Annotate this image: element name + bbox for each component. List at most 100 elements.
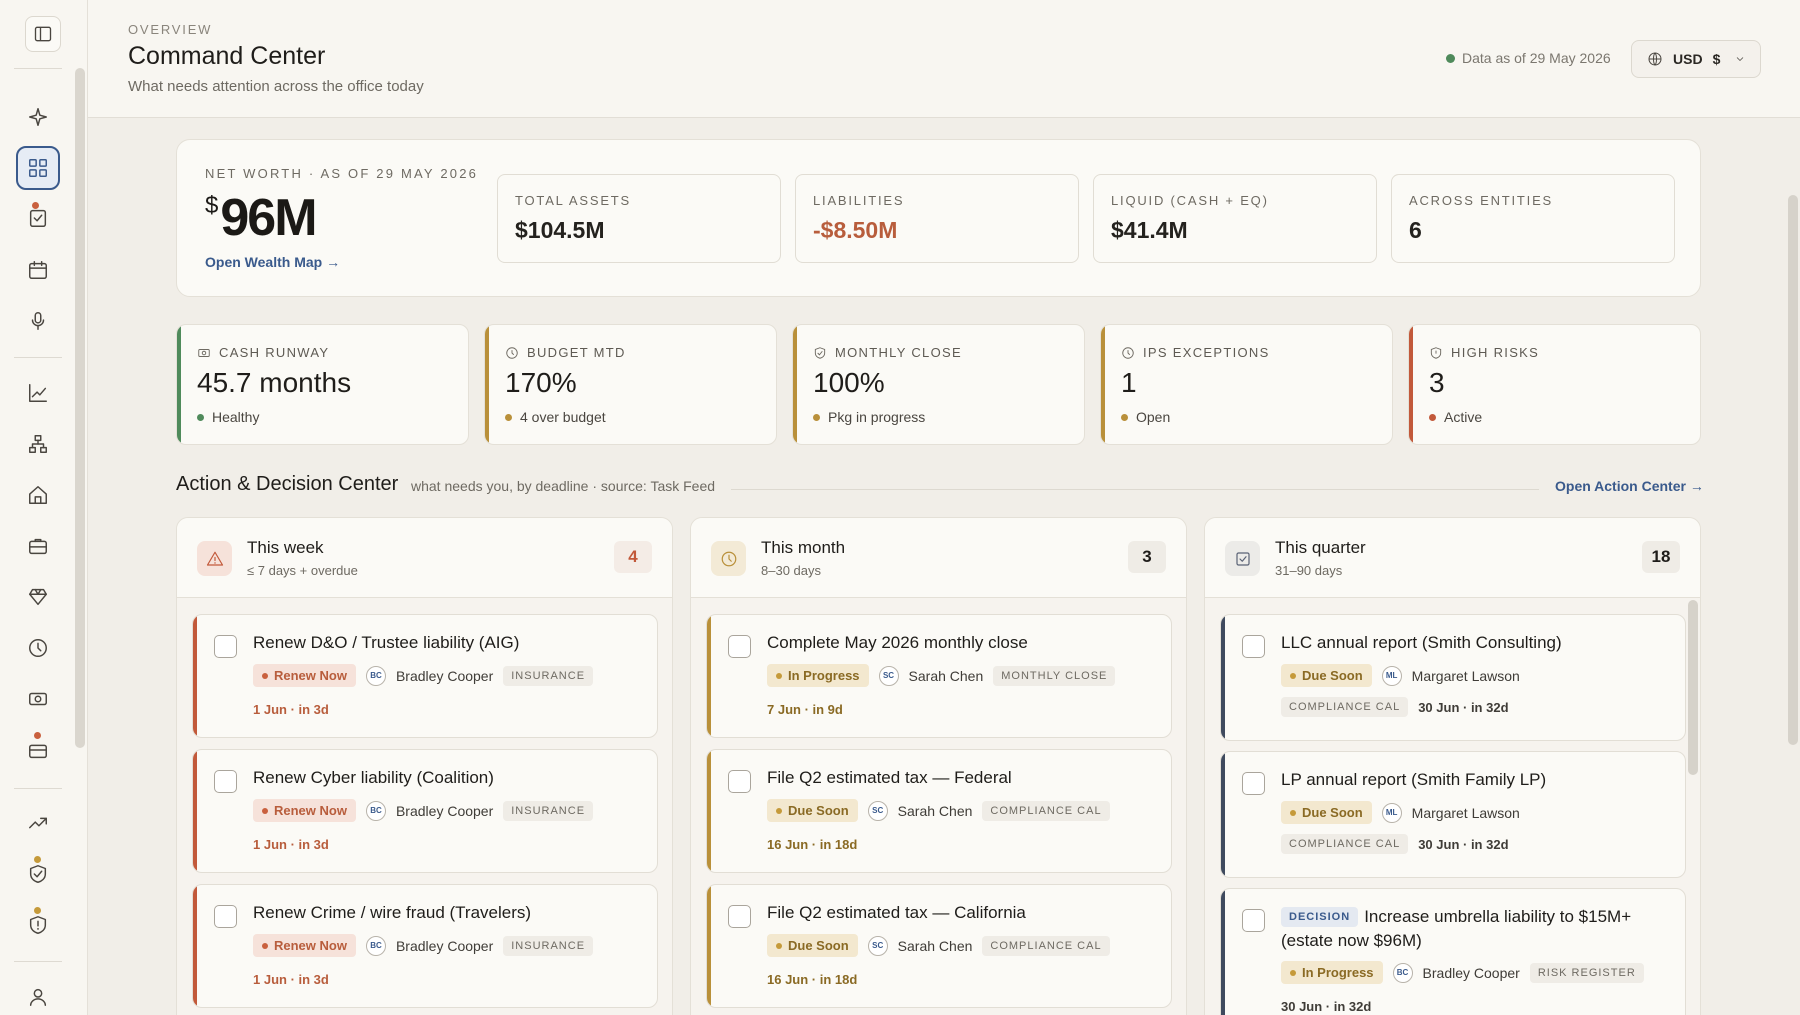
notification-dot	[34, 907, 41, 914]
sidebar-item-cash[interactable]	[16, 677, 60, 721]
sidebar-item-growth[interactable]	[16, 801, 60, 845]
sidebar-item-portfolio[interactable]	[16, 524, 60, 568]
status-text: Due Soon	[1302, 805, 1363, 820]
stat-value: $104.5M	[515, 217, 605, 243]
task-card[interactable]: Renew Cyber liability (Coalition) Renew …	[192, 749, 658, 873]
kpi-label-text: HIGH RISKS	[1451, 345, 1540, 360]
category-tag: MONTHLY CLOSE	[993, 665, 1116, 686]
sidebar-item-risks[interactable]	[16, 903, 60, 947]
status-text: Due Soon	[1302, 668, 1363, 683]
sidebar-divider	[14, 961, 62, 962]
task-meta-secondary: COMPLIANCE CAL 30 Jun · in 32d	[1281, 834, 1509, 854]
task-card[interactable]: File Q2 estimated tax — California Due S…	[706, 884, 1172, 1008]
stat-label: LIABILITIES	[813, 193, 905, 208]
task-checkbox[interactable]	[1242, 772, 1265, 795]
kpi-note-text: Pkg in progress	[828, 409, 926, 425]
task-checkbox[interactable]	[214, 905, 237, 928]
kpi-note-text: Healthy	[212, 409, 260, 425]
sidebar-item-properties[interactable]	[16, 473, 60, 517]
kpi-note-text: Open	[1136, 409, 1171, 425]
open-action-center-link[interactable]: Open Action Center →	[1555, 478, 1704, 494]
action-center-title: Action & Decision Center	[176, 473, 399, 495]
card-icon	[29, 744, 47, 759]
task-checkbox[interactable]	[728, 770, 751, 793]
sidebar-scrollbar[interactable]	[75, 68, 85, 748]
sidebar-item-performance[interactable]	[16, 371, 60, 415]
status-dot	[197, 413, 204, 421]
task-card[interactable]: Complete May 2026 monthly close In Progr…	[706, 614, 1172, 738]
currency-select[interactable]: USD $	[1631, 40, 1761, 78]
column-this-week: This week ≤ 7 days + overdue 4 Renew D&O…	[176, 517, 673, 1015]
sidebar-item-accounts[interactable]	[16, 728, 60, 772]
column-header: This quarter 31–90 days 18	[1205, 518, 1700, 598]
kpi-cash-runway[interactable]: CASH RUNWAY 45.7 months Healthy	[176, 324, 469, 445]
open-wealth-map-link[interactable]: Open Wealth Map →	[205, 254, 340, 270]
diamond-icon	[29, 588, 47, 606]
kpi-label-text: MONTHLY CLOSE	[835, 345, 962, 360]
task-check-icon	[1235, 551, 1250, 566]
due-date: 30 Jun · in 32d	[1418, 836, 1509, 852]
kpi-note: Active	[1429, 409, 1482, 425]
avatar: BC	[365, 800, 386, 821]
task-card[interactable]: LLC annual report (Smith Consulting) Due…	[1220, 614, 1686, 741]
sidebar-item-compliance[interactable]	[16, 852, 60, 896]
action-center-subtitle: what needs you, by deadline · source: Ta…	[411, 478, 716, 494]
sidebar-item-collectibles[interactable]	[16, 575, 60, 619]
net-worth-value: $ 96M	[205, 188, 318, 248]
assignee-name: Sarah Chen	[897, 937, 973, 954]
due-date: 30 Jun · in 32d	[1281, 999, 1372, 1014]
cash-icon	[29, 692, 47, 706]
task-card[interactable]: File Q2 estimated tax — Federal Due Soon…	[706, 749, 1172, 873]
warning-icon	[206, 551, 223, 566]
task-checkbox[interactable]	[1242, 909, 1265, 932]
assignee-name: Sarah Chen	[908, 667, 984, 684]
sidebar-item-command-center[interactable]	[16, 146, 60, 190]
task-checkbox[interactable]	[1242, 635, 1265, 658]
shield-alert-icon	[1430, 346, 1442, 359]
main-scrollbar[interactable]	[1788, 195, 1798, 745]
sidebar-item-ai[interactable]	[16, 95, 60, 139]
task-accent-bar	[193, 750, 197, 872]
column-range: ≤ 7 days + overdue	[247, 563, 358, 578]
task-checkbox[interactable]	[728, 635, 751, 658]
task-checkbox[interactable]	[728, 905, 751, 928]
column-scrollbar[interactable]	[1688, 600, 1698, 775]
sidebar-item-history[interactable]	[16, 626, 60, 670]
task-check-icon	[29, 209, 47, 227]
sidebar-item-profile[interactable]	[16, 975, 60, 1015]
task-card[interactable]: DECISION Increase umbrella liability to $…	[1220, 888, 1686, 1015]
kpi-high-risks[interactable]: HIGH RISKS 3 Active	[1408, 324, 1701, 445]
task-checkbox[interactable]	[214, 635, 237, 658]
task-accent-bar	[193, 885, 197, 1007]
kpi-monthly-close[interactable]: MONTHLY CLOSE 100% Pkg in progress	[792, 324, 1085, 445]
currency-code: USD	[1673, 51, 1703, 67]
kpi-label: BUDGET MTD	[505, 345, 626, 360]
status-badge: Due Soon	[767, 799, 858, 822]
due-date: 1 Jun · in 3d	[253, 972, 329, 987]
status-dot	[813, 413, 820, 421]
globe-icon	[1648, 52, 1662, 66]
task-card[interactable]: LP annual report (Smith Family LP) Due S…	[1220, 751, 1686, 878]
status-badge: Due Soon	[767, 934, 858, 957]
avatar: SC	[867, 935, 888, 956]
sidebar-item-voice[interactable]	[16, 299, 60, 343]
assignee-name: Margaret Lawson	[1411, 667, 1520, 684]
column-icon	[711, 541, 746, 576]
net-worth-label: NET WORTH · AS OF 29 MAY 2026	[205, 166, 479, 181]
user-icon	[29, 988, 47, 1006]
status-badge: Renew Now	[253, 664, 356, 687]
kpi-budget-mtd[interactable]: BUDGET MTD 170% 4 over budget	[484, 324, 777, 445]
due-date: 30 Jun · in 32d	[1418, 699, 1509, 715]
sidebar-item-entities[interactable]	[16, 422, 60, 466]
kpi-note: 4 over budget	[505, 409, 606, 425]
sidebar-toggle-button[interactable]	[25, 16, 61, 52]
kpi-ips-exceptions[interactable]: IPS EXCEPTIONS 1 Open	[1100, 324, 1393, 445]
task-card[interactable]: Renew D&O / Trustee liability (AIG) Rene…	[192, 614, 658, 738]
kpi-label-text: CASH RUNWAY	[219, 345, 330, 360]
stat-label: LIQUID (CASH + EQ)	[1111, 193, 1269, 208]
sidebar-item-tasks[interactable]	[16, 196, 60, 240]
sidebar-item-calendar[interactable]	[16, 248, 60, 292]
task-card[interactable]: Renew Crime / wire fraud (Travelers) Ren…	[192, 884, 658, 1008]
stat-label: TOTAL ASSETS	[515, 193, 632, 208]
task-checkbox[interactable]	[214, 770, 237, 793]
